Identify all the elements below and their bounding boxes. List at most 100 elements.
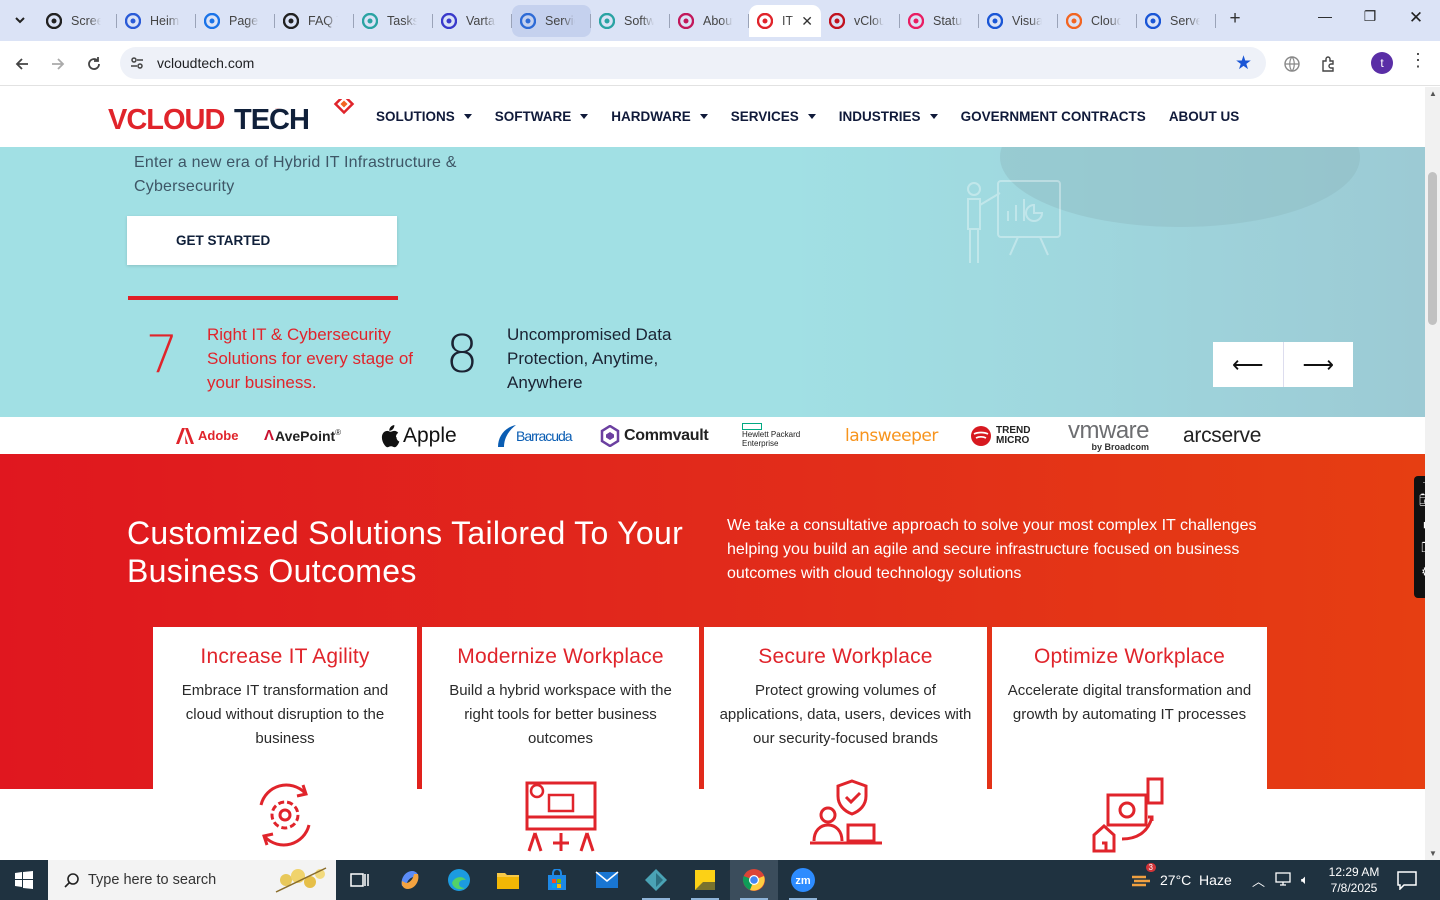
nav-item-government-contracts[interactable]: GOVERNMENT CONTRACTS: [961, 109, 1146, 124]
tab-search-button[interactable]: [6, 6, 34, 34]
copilot-icon[interactable]: [386, 860, 434, 900]
nav-item-industries[interactable]: INDUSTRIES: [839, 109, 938, 124]
browser-tab[interactable]: Status: [900, 5, 979, 37]
brand-lansweeper[interactable]: lansweeper: [845, 417, 938, 454]
browser-tab[interactable]: vCloud: [821, 5, 900, 37]
scroll-up-icon[interactable]: ▲: [1429, 89, 1437, 98]
caret-down-icon: [463, 114, 472, 119]
browser-tab[interactable]: Software: [591, 5, 670, 37]
chevron-down-icon: [15, 17, 25, 24]
apple-logo-icon: [381, 424, 400, 447]
extensions-icon[interactable]: [1317, 52, 1341, 76]
browser-tab[interactable]: Vartana: [433, 5, 512, 37]
notification-icon[interactable]: [1396, 870, 1418, 890]
chevron-up-icon[interactable]: ︿: [1252, 871, 1265, 890]
url-text[interactable]: vcloudtech.com: [157, 55, 254, 71]
browser-tab[interactable]: IT ✕: [749, 5, 821, 37]
card-modernize-workplace[interactable]: Modernize Workplace Build a hybrid works…: [422, 627, 699, 860]
browser-tab[interactable]: Tasks: [354, 5, 433, 37]
browser-tab[interactable]: Service: [512, 5, 591, 37]
brand-label: AvePoint: [275, 427, 336, 444]
translate-icon[interactable]: [1280, 52, 1304, 76]
browser-tab[interactable]: PageSpeed: [196, 5, 275, 37]
volume-icon[interactable]: 🔈︎: [1301, 872, 1309, 888]
forward-button[interactable]: [46, 52, 70, 76]
brand-commvault[interactable]: Commvault: [600, 417, 709, 454]
address-bar[interactable]: vcloudtech.com ★: [120, 47, 1266, 79]
workspace-desk-icon: [525, 781, 596, 852]
brand-vmware[interactable]: vmware by Broadcom: [1068, 416, 1150, 454]
nav-item-software[interactable]: SOFTWARE: [495, 109, 589, 124]
brand-logo-strip: Adobe Λ AvePoint ® Apple Barracuda Commv…: [0, 417, 1425, 454]
back-button[interactable]: [10, 52, 34, 76]
weather-widget[interactable]: 3 27°C Haze: [1130, 860, 1232, 900]
brand-avepoint[interactable]: Λ AvePoint ®: [264, 417, 341, 454]
brand-barracuda[interactable]: Barracuda: [496, 417, 573, 454]
tab-title: Heimdal: [150, 14, 180, 28]
reload-button[interactable]: [82, 52, 106, 76]
tab-title: Software: [624, 14, 654, 28]
nav-item-solutions[interactable]: SOLUTIONS: [376, 109, 472, 124]
browser-menu-button[interactable]: ⋮: [1408, 50, 1428, 71]
start-button[interactable]: [0, 860, 48, 900]
tasks-icon: [362, 13, 378, 29]
site-settings-icon[interactable]: [128, 54, 146, 72]
brand-label: vmware: [1068, 416, 1150, 444]
brand-apple[interactable]: Apple: [378, 417, 457, 454]
vartana-icon: [441, 13, 457, 29]
browser-tab[interactable]: Screencastify: [38, 5, 117, 37]
carousel-prev-button[interactable]: ⟵: [1213, 342, 1284, 387]
nav-item-about-us[interactable]: ABOUT US: [1169, 109, 1240, 124]
browser-tab[interactable]: Server: [1137, 5, 1216, 37]
caret-down-icon: [580, 114, 589, 119]
vcloud-tech-logo[interactable]: VCLOUD TECH TECH: [108, 99, 358, 135]
profile-avatar[interactable]: t: [1371, 52, 1393, 74]
network-icon[interactable]: [1275, 871, 1291, 889]
close-tab-icon[interactable]: ✕: [801, 13, 813, 30]
card-secure-workplace[interactable]: Secure Workplace Protect growing volumes…: [704, 627, 987, 860]
scroll-down-icon[interactable]: ▼: [1429, 849, 1437, 858]
security-shield-user-icon: [809, 779, 882, 845]
nav-item-hardware[interactable]: HARDWARE: [611, 109, 708, 124]
task-view-icon[interactable]: [336, 860, 384, 900]
get-started-button[interactable]: GET STARTED: [127, 216, 397, 265]
chrome-icon[interactable]: [730, 860, 778, 900]
barracuda-icon: [498, 424, 516, 447]
caret-down-icon: [807, 114, 816, 119]
page-scrollbar[interactable]: ▲ ▼: [1425, 87, 1440, 860]
service-icon: [520, 13, 536, 29]
browser-tab[interactable]: Visual: [979, 5, 1058, 37]
tab-title: Tasks: [387, 14, 417, 28]
restore-button[interactable]: ❐: [1355, 8, 1385, 25]
tab-title: FAQ TDR: [308, 14, 338, 28]
app-kite-icon[interactable]: [632, 860, 680, 900]
brand-trend-micro[interactable]: TREND MICRO: [970, 417, 1036, 454]
sticky-notes-icon[interactable]: [681, 860, 729, 900]
stat-number: 8: [445, 325, 479, 385]
close-window-button[interactable]: ✕: [1401, 8, 1431, 28]
nav-item-services[interactable]: SERVICES: [731, 109, 816, 124]
zoom-icon[interactable]: zm: [779, 860, 827, 900]
brand-adobe[interactable]: Adobe: [176, 417, 238, 454]
edge-icon[interactable]: [435, 860, 483, 900]
browser-window: Screencastify Heimdal PageSpeed FAQ TDR Task…: [0, 0, 1440, 860]
new-tab-button[interactable]: +: [1222, 8, 1248, 30]
brand-arcserve[interactable]: arcserve: [1183, 417, 1261, 454]
minimize-button[interactable]: —: [1310, 8, 1340, 24]
brand-hpe[interactable]: Hewlett Packard Enterprise: [742, 417, 806, 454]
browser-tab[interactable]: Cloud: [1058, 5, 1137, 37]
card-increase-it-agility[interactable]: Increase IT Agility Embrace IT transform…: [153, 627, 417, 860]
carousel-next-button[interactable]: ⟶: [1284, 342, 1354, 387]
clock[interactable]: 12:29 AM 7/8/2025: [1318, 864, 1390, 896]
scrollbar-thumb[interactable]: [1428, 172, 1437, 325]
mail-icon[interactable]: [583, 860, 631, 900]
file-explorer-icon[interactable]: [484, 860, 532, 900]
browser-tab[interactable]: FAQ TDR: [275, 5, 354, 37]
card-optimize-workplace[interactable]: Optimize Workplace Accelerate digital tr…: [992, 627, 1267, 860]
caret-down-icon: [699, 114, 708, 119]
taskbar-search[interactable]: Type here to search: [48, 860, 336, 900]
browser-tab[interactable]: About: [670, 5, 749, 37]
bookmark-star-icon[interactable]: ★: [1235, 52, 1252, 75]
browser-tab[interactable]: Heimdal: [117, 5, 196, 37]
microsoft-store-icon[interactable]: [533, 860, 581, 900]
